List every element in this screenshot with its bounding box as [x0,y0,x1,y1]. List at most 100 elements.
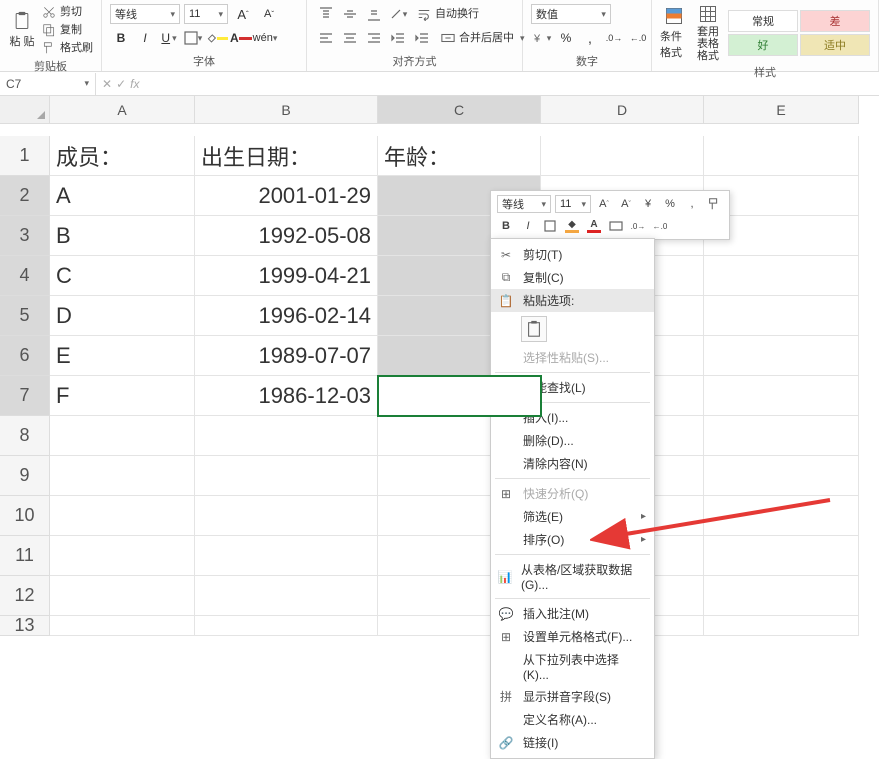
cell-a6[interactable]: E [50,336,195,376]
cell-b6[interactable]: 1989-07-07 [195,336,378,376]
col-head-c[interactable]: C [378,96,541,124]
cell-e10[interactable] [704,496,859,536]
cell-a10[interactable] [50,496,195,536]
cell-b8[interactable] [195,416,378,456]
increase-indent-button[interactable] [411,28,433,48]
cell-d1[interactable] [541,136,704,176]
decrease-decimal-button[interactable]: ←.0 [627,28,649,48]
cell-b12[interactable] [195,576,378,616]
cell-e12[interactable] [704,576,859,616]
orientation-button[interactable]: ▾ [387,4,409,24]
cancel-formula-button[interactable]: ✕ [102,77,112,91]
cell-a12[interactable] [50,576,195,616]
row-head-9[interactable]: 9 [0,456,50,496]
cm-sort[interactable]: 排序(O) [491,528,654,551]
align-middle-button[interactable] [339,4,361,24]
cell-b9[interactable] [195,456,378,496]
mini-percent-button[interactable]: % [661,195,679,213]
cell-e8[interactable] [704,416,859,456]
mini-font-size-select[interactable]: 11▾ [555,195,591,213]
cm-filter[interactable]: 筛选(E) [491,505,654,528]
cell-a1[interactable]: 成员： [50,136,195,176]
wrap-text-button[interactable]: 自动换行 [417,6,479,22]
cell-e5[interactable] [704,296,859,336]
table-format-button[interactable]: 套用 表格格式 [694,4,722,62]
font-color-button[interactable]: A [230,28,252,48]
cm-insert-comment[interactable]: 💬 插入批注(M) [491,602,654,625]
align-bottom-button[interactable] [363,4,385,24]
copy-button[interactable]: 复制 [42,22,93,38]
mini-font-name-select[interactable]: 等线▾ [497,195,551,213]
cell-e13[interactable] [704,616,859,636]
cell-b7[interactable]: 1986-12-03 [195,376,378,416]
font-name-select[interactable]: 等线▾ [110,4,180,24]
cell-a2[interactable]: A [50,176,195,216]
cell-e11[interactable] [704,536,859,576]
cell-a11[interactable] [50,536,195,576]
name-box[interactable]: C7▾ [0,73,96,95]
comma-button[interactable]: , [579,28,601,48]
italic-button[interactable]: I [134,28,156,48]
col-head-a[interactable]: A [50,96,195,124]
mini-decrease-font-button[interactable]: Aˇ [617,195,635,213]
bold-button[interactable]: B [110,28,132,48]
insert-function-button[interactable]: fx [130,77,139,91]
mini-dec-decimal-button[interactable]: ←.0 [651,217,669,235]
cell-a7[interactable]: F [50,376,195,416]
confirm-formula-button[interactable]: ✓ [116,77,126,91]
cell-b5[interactable]: 1996-02-14 [195,296,378,336]
cell-a5[interactable]: D [50,296,195,336]
mini-format-painter-button[interactable] [705,195,723,213]
cm-cut[interactable]: ✂ 剪切(T) [491,243,654,266]
col-head-b[interactable]: B [195,96,378,124]
currency-button[interactable]: ¥▾ [531,28,553,48]
cell-style-bad[interactable]: 差 [800,10,870,32]
fill-color-button[interactable] [206,28,228,48]
row-head-6[interactable]: 6 [0,336,50,376]
cell-b11[interactable] [195,536,378,576]
mini-font-color-button[interactable]: A [585,217,603,235]
col-head-e[interactable]: E [704,96,859,124]
cm-get-data[interactable]: 📊 从表格/区域获取数据(G)... [491,558,654,595]
cell-a8[interactable] [50,416,195,456]
mini-borders-button[interactable] [541,217,559,235]
cm-format-cells[interactable]: ⊞ 设置单元格格式(F)... [491,625,654,648]
formula-input[interactable] [145,72,879,95]
row-head-7[interactable]: 7 [0,376,50,416]
cell-e1[interactable] [704,136,859,176]
borders-button[interactable]: ▾ [182,28,204,48]
increase-font-button[interactable]: Aˆ [232,4,254,24]
align-center-button[interactable] [339,28,361,48]
row-head-12[interactable]: 12 [0,576,50,616]
row-head-5[interactable]: 5 [0,296,50,336]
cell-a3[interactable]: B [50,216,195,256]
cm-clear-contents[interactable]: 清除内容(N) [491,452,654,475]
merge-center-button[interactable]: 合并后居中▾ [441,30,525,46]
cell-e6[interactable] [704,336,859,376]
mini-italic-button[interactable]: I [519,217,537,235]
percent-button[interactable]: % [555,28,577,48]
cell-a4[interactable]: C [50,256,195,296]
cm-pick-from-list[interactable]: 从下拉列表中选择(K)... [491,648,654,685]
decrease-indent-button[interactable] [387,28,409,48]
cut-button[interactable]: 剪切 [42,4,93,20]
font-size-select[interactable]: 11▾ [184,4,228,24]
align-right-button[interactable] [363,28,385,48]
conditional-format-button[interactable]: 条件格式 [660,6,688,60]
cm-paste-option-default[interactable] [521,316,547,342]
col-head-d[interactable]: D [541,96,704,124]
row-head-4[interactable]: 4 [0,256,50,296]
cm-delete[interactable]: 删除(D)... [491,429,654,452]
cell-e4[interactable] [704,256,859,296]
cell-c1[interactable]: 年龄： [378,136,541,176]
mini-comma-button[interactable]: , [683,195,701,213]
cell-a13[interactable] [50,616,195,636]
cell-e7[interactable] [704,376,859,416]
increase-decimal-button[interactable]: .0→ [603,28,625,48]
cm-copy[interactable]: ⧉ 复制(C) [491,266,654,289]
mini-increase-font-button[interactable]: Aˆ [595,195,613,213]
mini-merge-button[interactable] [607,217,625,235]
cell-b4[interactable]: 1999-04-21 [195,256,378,296]
phonetic-button[interactable]: wén▾ [254,28,276,48]
cell-c7[interactable] [378,376,541,416]
